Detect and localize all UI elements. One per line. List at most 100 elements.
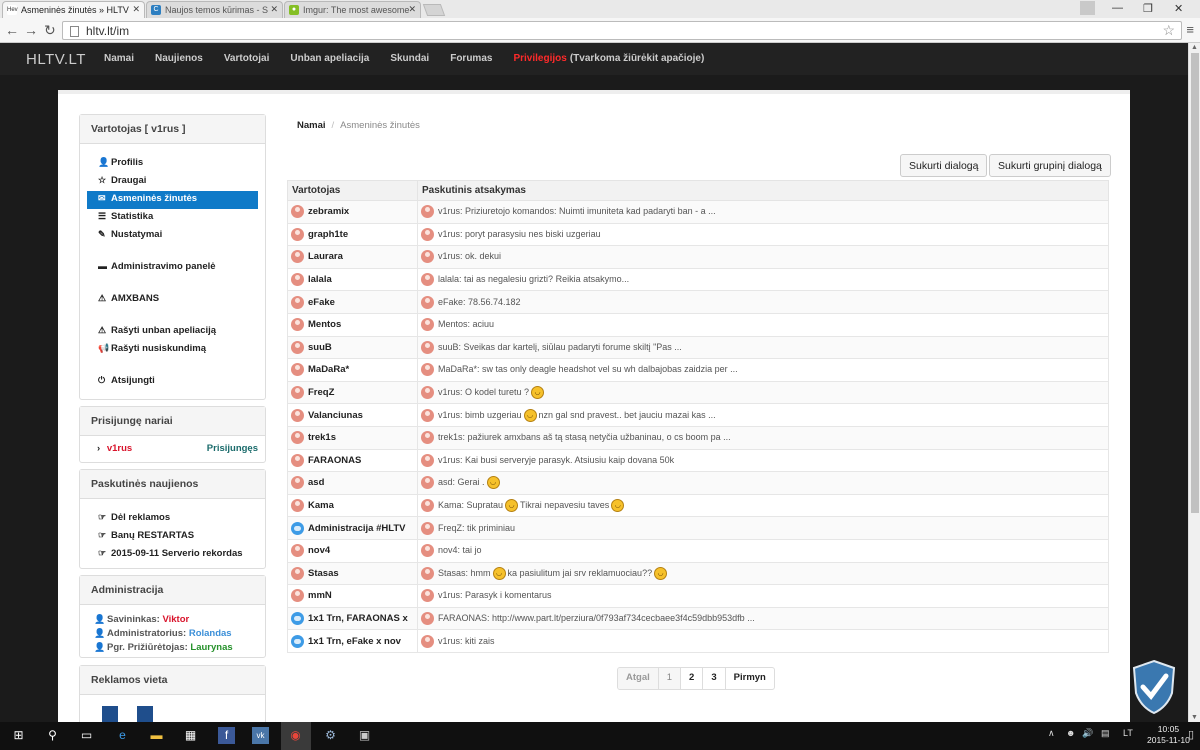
- nav-unban[interactable]: Unban apeliacija: [290, 53, 369, 64]
- browser-tab[interactable]: ● Imgur: The most awesome ✕: [284, 1, 421, 18]
- page-scrollbar[interactable]: ▲ ▼: [1188, 43, 1200, 722]
- scrollbar-thumb[interactable]: [1191, 53, 1199, 513]
- facebook-icon[interactable]: f: [218, 727, 235, 744]
- table-row[interactable]: eFake eFake: 78.56.74.182: [287, 290, 1109, 314]
- pager-prev[interactable]: Atgal: [618, 668, 659, 689]
- task-view-icon[interactable]: ▭: [78, 727, 95, 744]
- conversation-user-cell[interactable]: zebramix: [287, 200, 418, 224]
- table-row[interactable]: suuB suuB: Sveikas dar kartelį, siūlau pa…: [287, 335, 1109, 360]
- reload-icon[interactable]: ↻: [44, 22, 56, 39]
- conversation-user-cell[interactable]: nov4: [287, 538, 418, 563]
- conversation-user-name[interactable]: Kama: [308, 500, 334, 511]
- conversation-user-name[interactable]: MaDaRa*: [308, 364, 349, 375]
- last-reply-cell[interactable]: MaDaRa*: sw tas only deagle headshot vel…: [417, 358, 1109, 382]
- last-reply-cell[interactable]: FreqZ: tik priminiau: [417, 516, 1109, 540]
- conversation-user-name[interactable]: Laurara: [308, 252, 343, 263]
- conversation-user-cell[interactable]: 1x1 Trn, FARAONAS x: [287, 606, 418, 631]
- forward-icon[interactable]: →: [24, 22, 38, 38]
- restore-icon[interactable]: ❐: [1143, 2, 1153, 15]
- conversation-user-cell[interactable]: FARAONAS: [287, 448, 418, 473]
- nav-skundai[interactable]: Skundai: [390, 53, 429, 64]
- conversation-user-cell[interactable]: Mentos: [287, 312, 418, 337]
- conversation-user-name[interactable]: nov4: [308, 545, 330, 556]
- pager-next[interactable]: Pirmyn: [726, 668, 774, 689]
- close-tab-icon[interactable]: ✕: [270, 4, 278, 15]
- conversation-user-name[interactable]: eFake: [308, 297, 335, 308]
- last-reply-cell[interactable]: Stasas: hmm ◡ ka pasiulitum jai srv reklam…: [417, 561, 1109, 586]
- create-dialog-button[interactable]: Sukurti dialogą: [900, 154, 988, 177]
- news-item[interactable]: ☞ 2015-09-11 Serverio rekordas: [80, 546, 265, 564]
- news-item[interactable]: ☞ Banų RESTARTAS: [80, 528, 265, 546]
- new-tab-button[interactable]: [422, 4, 446, 16]
- table-row[interactable]: nov4 nov4: tai jo: [287, 538, 1109, 563]
- conversation-user-cell[interactable]: suuB: [287, 335, 418, 360]
- scroll-down-icon[interactable]: ▼: [1191, 714, 1198, 721]
- conversation-user-name[interactable]: trek1s: [308, 432, 336, 443]
- conversation-user-cell[interactable]: MaDaRa*: [287, 358, 418, 382]
- last-reply-cell[interactable]: Kama: Supratau ◡ Tikrai nepavesiu taves ◡: [417, 493, 1109, 518]
- scroll-up-icon[interactable]: ▲: [1191, 44, 1198, 51]
- windows-start-icon[interactable]: ⊞: [10, 727, 27, 744]
- conversation-user-cell[interactable]: 1x1 Trn, eFake x nov: [287, 629, 418, 653]
- conversation-user-cell[interactable]: FreqZ: [287, 380, 418, 405]
- chrome-menu-icon[interactable]: ≡: [1186, 22, 1194, 37]
- last-reply-cell[interactable]: nov4: tai jo: [417, 538, 1109, 563]
- last-reply-cell[interactable]: FARAONAS: http://www.part.lt/perziura/0f…: [417, 606, 1109, 631]
- notifications-icon[interactable]: ▯: [1188, 728, 1194, 741]
- table-row[interactable]: trek1s trek1s: pažiurek amxbans aš tą sta…: [287, 425, 1109, 450]
- conversation-user-name[interactable]: zebramix: [308, 206, 349, 217]
- table-row[interactable]: Mentos Mentos: aciuu: [287, 312, 1109, 337]
- table-row[interactable]: Laurara v1rus: ok. dekui: [287, 245, 1109, 269]
- last-reply-cell[interactable]: v1rus: O kodel turetu ? ◡: [417, 380, 1109, 405]
- file-explorer-icon[interactable]: ▬: [148, 727, 165, 744]
- last-reply-cell[interactable]: lalala: tai as negalesiu grizti? Reikia …: [417, 267, 1109, 292]
- last-reply-cell[interactable]: v1rus: Kai busi serveryje parasyk. Atsiu…: [417, 448, 1109, 473]
- table-row[interactable]: zebramix v1rus: Priziuretojo komandos: Nu…: [287, 200, 1109, 224]
- table-row[interactable]: Stasas Stasas: hmm ◡ ka pasiulitum jai srv …: [287, 561, 1109, 586]
- online-user[interactable]: v1rus: [107, 443, 132, 454]
- language-indicator[interactable]: LT: [1123, 728, 1133, 738]
- admin-name[interactable]: Viktor: [162, 614, 189, 625]
- chrome-icon[interactable]: ◉: [287, 727, 304, 744]
- tray-user-icon[interactable]: ☻: [1066, 728, 1075, 738]
- app-icon[interactable]: ▣: [356, 727, 373, 744]
- steam-icon[interactable]: ⚙: [322, 727, 339, 744]
- conversation-user-cell[interactable]: Laurara: [287, 245, 418, 269]
- sidebar-item-profilis[interactable]: 👤 Profilis: [80, 155, 265, 173]
- nav-vartotojai[interactable]: Vartotojai: [224, 53, 270, 64]
- conversation-user-cell[interactable]: eFake: [287, 290, 418, 314]
- conversation-user-name[interactable]: FreqZ: [308, 387, 334, 398]
- last-reply-cell[interactable]: v1rus: Priziuretojo komandos: Nuimti imu…: [417, 200, 1109, 224]
- conversation-user-name[interactable]: FARAONAS: [308, 455, 361, 466]
- last-reply-cell[interactable]: v1rus: poryt parasysiu nes biski uzgeria…: [417, 222, 1109, 247]
- conversation-user-cell[interactable]: asd: [287, 471, 418, 495]
- sidebar-item-statistika[interactable]: ☰ Statistika: [80, 209, 265, 227]
- table-row[interactable]: Administracija #HLTV FreqZ: tik priminiau: [287, 516, 1109, 540]
- conversation-user-cell[interactable]: Stasas: [287, 561, 418, 586]
- conversation-user-name[interactable]: Mentos: [308, 319, 341, 330]
- table-row[interactable]: FARAONAS v1rus: Kai busi serveryje parasy…: [287, 448, 1109, 473]
- tray-chevron-icon[interactable]: ∧: [1048, 728, 1055, 739]
- sidebar-item-complaint[interactable]: 📢 Rašyti nusiskundimą: [80, 341, 265, 359]
- table-row[interactable]: lalala lalala: tai as negalesiu grizti? R…: [287, 267, 1109, 292]
- admin-name[interactable]: Rolandas: [189, 628, 232, 639]
- conversation-user-cell[interactable]: Administracija #HLTV: [287, 516, 418, 540]
- nav-namai[interactable]: Namai: [104, 53, 134, 64]
- pager-page-1[interactable]: 1: [658, 668, 682, 689]
- conversation-user-name[interactable]: Valanciunas: [308, 410, 363, 421]
- conversation-user-cell[interactable]: trek1s: [287, 425, 418, 450]
- last-reply-cell[interactable]: v1rus: bimb uzgeriau ◡ nzn gal snd pravest…: [417, 403, 1109, 427]
- pager-page-3[interactable]: 3: [703, 668, 726, 689]
- sidebar-item-logout[interactable]: ⏻ Atsijungti: [80, 373, 265, 391]
- table-row[interactable]: 1x1 Trn, eFake x nov v1rus: kiti zais: [287, 629, 1109, 653]
- sidebar-item-draugai[interactable]: ☆ Draugai: [80, 173, 265, 191]
- sidebar-item-unban[interactable]: ⚠ Rašyti unban apeliaciją: [80, 323, 265, 341]
- sidebar-item-admin-panel[interactable]: ▬ Administravimo panelė: [80, 259, 265, 277]
- bookmark-star-icon[interactable]: ☆: [1162, 22, 1175, 39]
- table-row[interactable]: 1x1 Trn, FARAONAS x FARAONAS: http://www.…: [287, 606, 1109, 631]
- conversation-user-name[interactable]: Administracija #HLTV: [308, 523, 406, 534]
- back-icon[interactable]: ←: [5, 22, 19, 38]
- site-brand[interactable]: HLTV.LT: [26, 51, 86, 68]
- conversation-user-name[interactable]: lalala: [308, 274, 332, 285]
- volume-icon[interactable]: 🔊: [1082, 728, 1093, 739]
